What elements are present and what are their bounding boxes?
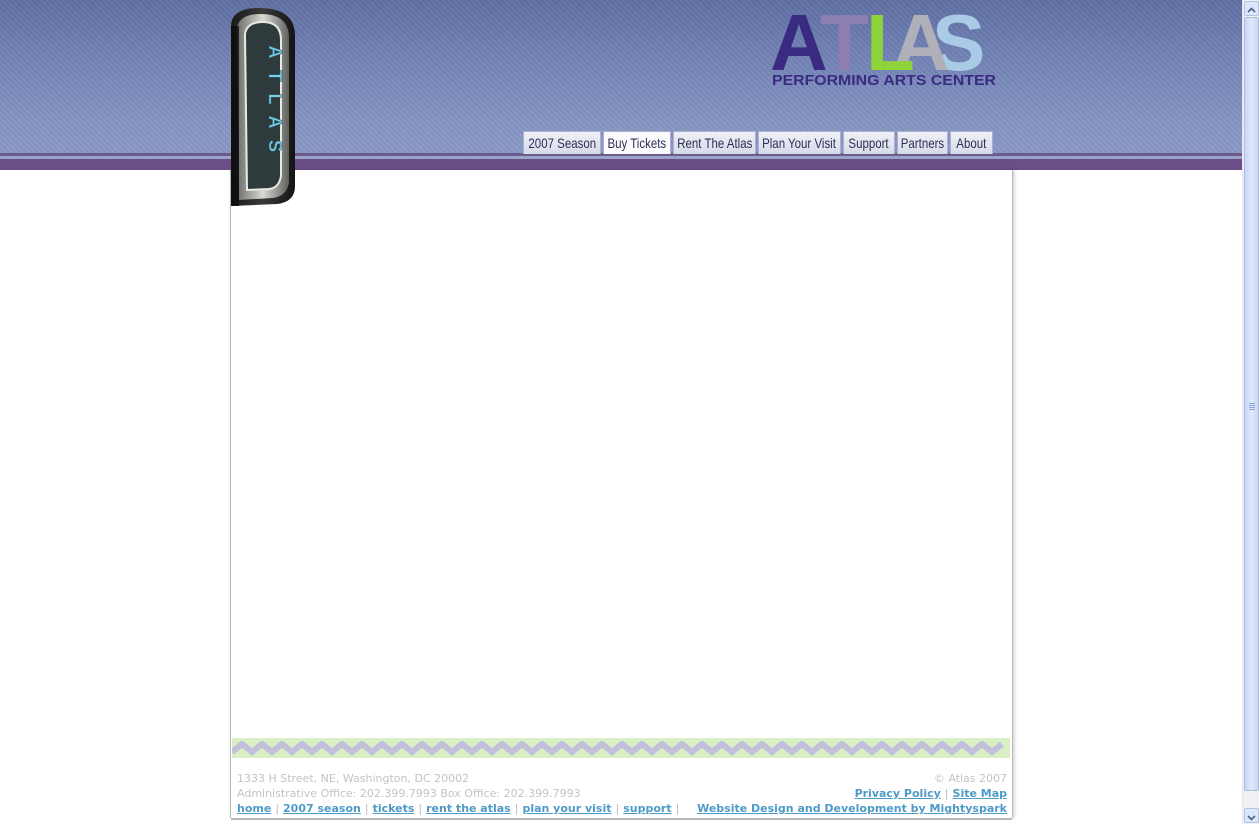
separator: |: [418, 802, 423, 815]
footer-link-rent-the-atlas[interactable]: rent the atlas: [426, 802, 511, 815]
zigzag-divider: [232, 738, 1010, 758]
nav-tab-label: Rent The Atlas: [676, 135, 753, 151]
scrollbar-grip: [1249, 405, 1255, 406]
sign-letter: S: [265, 140, 285, 152]
scrollbar-thumb[interactable]: [1244, 17, 1259, 791]
privacy-policy-link[interactable]: Privacy Policy: [855, 787, 941, 800]
site-map-link[interactable]: Site Map: [953, 787, 1007, 800]
credit-link[interactable]: Website Design and Development by Mighty…: [697, 802, 1007, 815]
separator: |: [615, 802, 620, 815]
footer-phones: Administrative Office: 202.399.7993 Box …: [237, 787, 581, 800]
separator: |: [514, 802, 519, 815]
separator: |: [275, 802, 280, 815]
site-footer: 1333 H Street, NE, Washington, DC 20002 …: [237, 771, 1007, 821]
nav-tab-label: Buy Tickets: [607, 135, 667, 151]
footer-legal: Privacy Policy | Site Map: [855, 786, 1007, 801]
sign-letter: T: [265, 71, 285, 82]
footer-link-tickets[interactable]: tickets: [373, 802, 415, 815]
footer-link-plan-your-visit[interactable]: plan your visit: [522, 802, 611, 815]
nav-tab-label: 2007 Season: [528, 135, 596, 151]
separator: |: [944, 787, 949, 800]
zigzag-line: [232, 740, 1004, 756]
header-band: [0, 159, 1242, 170]
atlas-marquee-sign: A T L A S: [231, 8, 295, 206]
main-nav: 2007 Season Buy Tickets Rent The Atlas P…: [523, 131, 995, 154]
nav-tab-label: Support: [848, 135, 890, 151]
footer-copyright: © Atlas 2007: [933, 772, 1007, 785]
footer-link-home[interactable]: home: [237, 802, 271, 815]
atlas-logo[interactable]: S A L T A PERFORMING ARTS CENTER: [768, 6, 1000, 90]
nav-tab-rent-the-atlas[interactable]: Rent The Atlas: [673, 131, 756, 154]
footer-links: home | 2007 season | tickets | rent the atlas |…: [237, 801, 683, 816]
nav-tab-partners[interactable]: Partners: [897, 131, 948, 154]
scrollbar-grip: [1249, 409, 1255, 410]
nav-tab-2007-season[interactable]: 2007 Season: [523, 131, 601, 154]
nav-tab-label: About: [956, 135, 987, 151]
vertical-scrollbar[interactable]: [1242, 0, 1259, 824]
footer-credit: Website Design and Development by Mighty…: [697, 801, 1007, 816]
scrollbar-grip: [1249, 407, 1255, 408]
scroll-down-arrow-icon: [1247, 815, 1256, 821]
nav-tab-label: Partners: [900, 135, 945, 151]
scroll-up-button[interactable]: [1244, 1, 1259, 16]
separator: |: [675, 802, 680, 815]
logo-subtitle: PERFORMING ARTS CENTER: [772, 73, 997, 89]
footer-link-support[interactable]: support: [623, 802, 671, 815]
sign-letter: L: [265, 94, 285, 105]
nav-tab-plan-your-visit[interactable]: Plan Your Visit: [758, 131, 841, 154]
scroll-up-arrow-icon: [1247, 7, 1256, 13]
sign-letter: A: [265, 116, 285, 129]
scroll-down-button[interactable]: [1244, 808, 1259, 823]
nav-tab-label: Plan Your Visit: [762, 135, 837, 151]
separator: |: [364, 802, 369, 815]
sign-letter: A: [265, 46, 285, 59]
scrollbar-grip: [1249, 403, 1255, 404]
nav-tab-buy-tickets[interactable]: Buy Tickets: [603, 131, 671, 154]
main-content: [230, 170, 1013, 820]
footer-address: 1333 H Street, NE, Washington, DC 20002: [237, 772, 470, 785]
nav-tab-support[interactable]: Support: [843, 131, 895, 154]
footer-link-2007-season[interactable]: 2007 season: [283, 802, 361, 815]
nav-tab-about[interactable]: About: [950, 131, 993, 154]
